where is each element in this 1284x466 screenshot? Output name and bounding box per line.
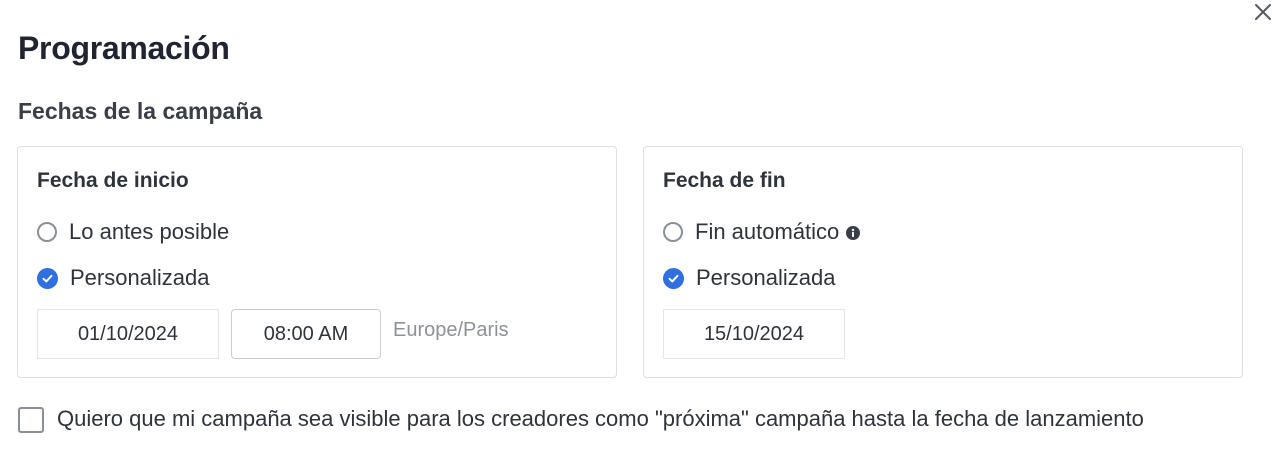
scheduling-dialog: Programación Fechas de la campaña Fecha … — [0, 0, 1284, 466]
radio-unchecked-icon[interactable] — [663, 222, 683, 242]
start-option-custom[interactable]: Personalizada — [37, 265, 209, 291]
end-option-auto-label: Fin automático — [695, 219, 840, 244]
end-option-custom[interactable]: Personalizada — [663, 265, 835, 291]
close-button[interactable] — [1251, 0, 1275, 24]
start-date-input[interactable]: 01/10/2024 — [37, 309, 219, 359]
start-option-custom-label: Personalizada — [70, 265, 210, 290]
close-icon — [1255, 4, 1271, 20]
upcoming-visibility-option[interactable]: Quiero que mi campaña sea visible para l… — [18, 404, 1218, 433]
campaign-dates-heading: Fechas de la campaña — [18, 98, 263, 124]
timezone-label: Europe/Paris — [393, 319, 509, 341]
page-title: Programación — [18, 30, 230, 66]
end-date-input[interactable]: 15/10/2024 — [663, 309, 845, 359]
start-date-title: Fecha de inicio — [37, 169, 189, 192]
start-option-asap[interactable]: Lo antes posible — [37, 219, 229, 245]
end-date-card: Fecha de fin Fin automático Personalizad… — [643, 146, 1243, 378]
info-icon[interactable] — [846, 226, 861, 240]
end-option-auto[interactable]: Fin automático — [663, 219, 861, 245]
upcoming-visibility-label: Quiero que mi campaña sea visible para l… — [57, 406, 1144, 431]
radio-checked-icon[interactable] — [37, 267, 58, 289]
end-date-title: Fecha de fin — [663, 169, 786, 192]
radio-unchecked-icon[interactable] — [37, 222, 57, 242]
start-time-input[interactable]: 08:00 AM — [231, 309, 381, 359]
end-option-custom-label: Personalizada — [696, 265, 836, 290]
radio-checked-icon[interactable] — [663, 267, 684, 289]
start-option-asap-label: Lo antes posible — [69, 219, 230, 244]
upcoming-visibility-checkbox[interactable] — [18, 407, 44, 433]
start-date-card: Fecha de inicio Lo antes posible Persona… — [17, 146, 617, 378]
